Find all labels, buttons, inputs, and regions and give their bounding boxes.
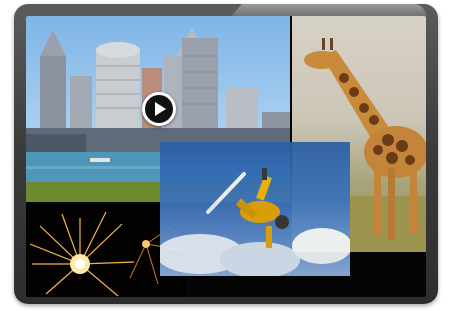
play-icon (155, 102, 166, 116)
play-button[interactable] (142, 92, 176, 126)
media-screen (26, 16, 426, 297)
snowboarder-photo[interactable] (160, 142, 350, 276)
snowboarder-illustration (160, 168, 350, 276)
